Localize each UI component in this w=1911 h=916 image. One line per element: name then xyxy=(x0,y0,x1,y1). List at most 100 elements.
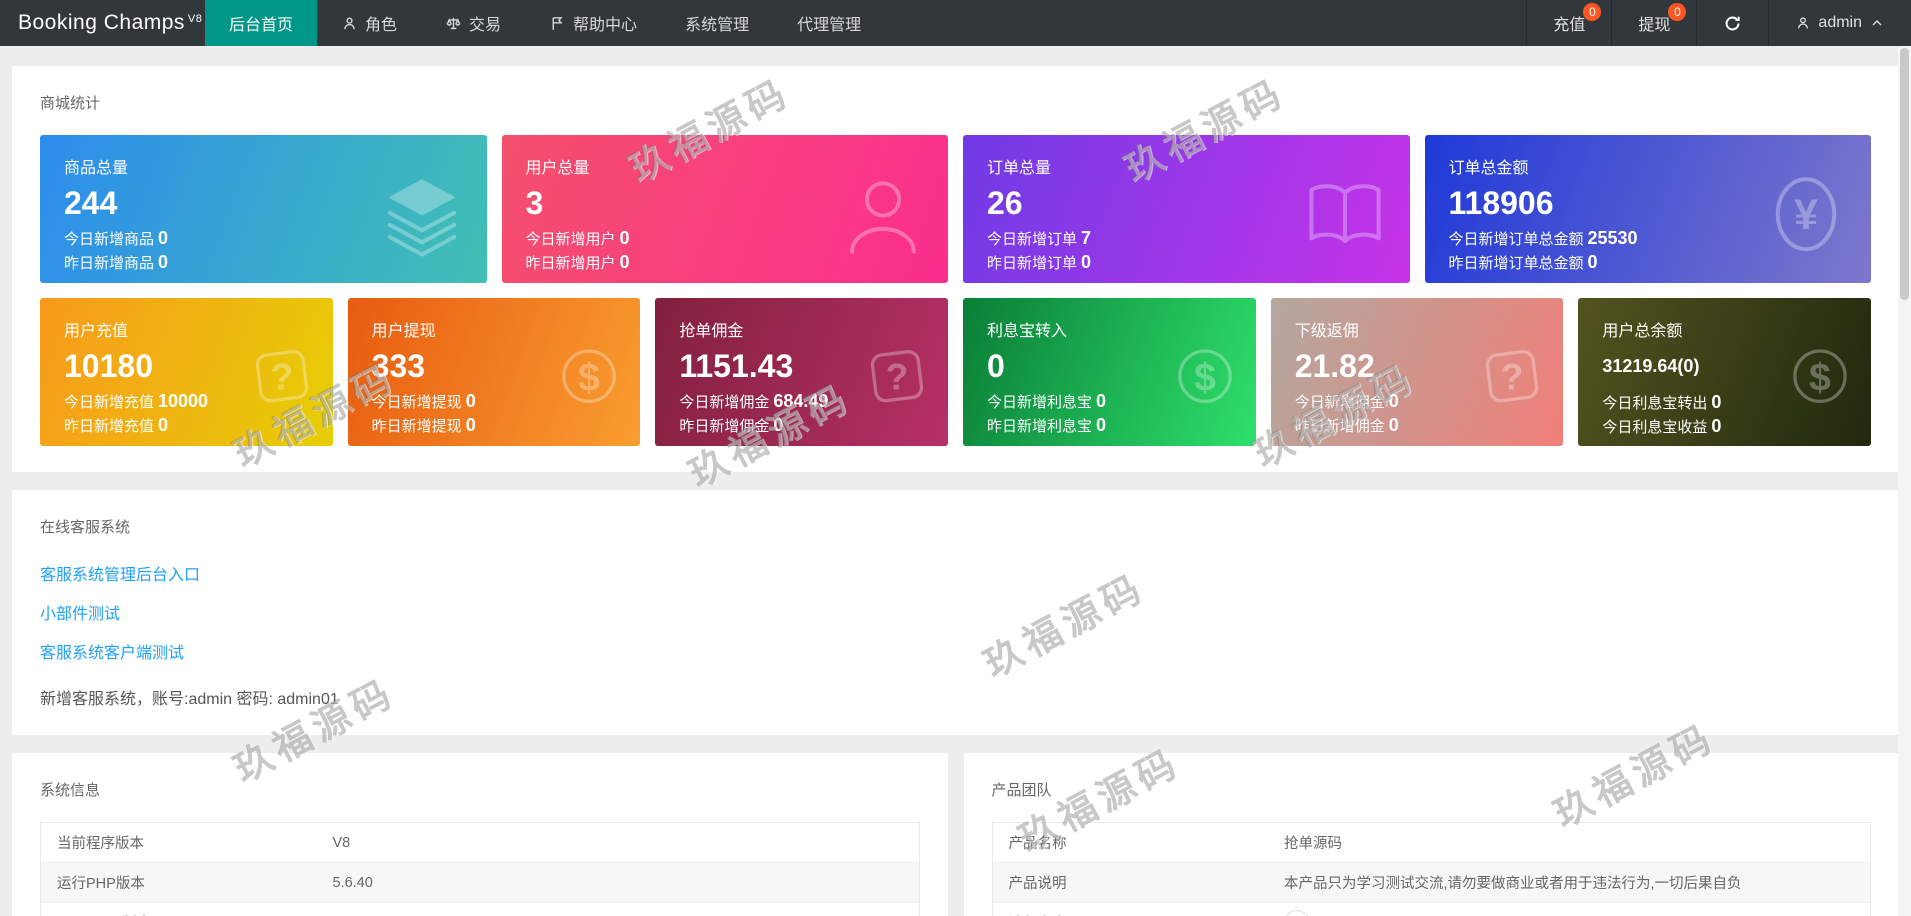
user-dropdown[interactable]: admin xyxy=(1768,0,1911,46)
subline-label: 今日新增佣金 xyxy=(1295,394,1385,411)
menu-label: 交易 xyxy=(469,11,501,35)
menu-label: 帮助中心 xyxy=(573,11,637,35)
product-team-title: 产品团队 xyxy=(992,779,1872,800)
dollar-icon: $ xyxy=(1785,341,1855,411)
row-value: 抢单源码 xyxy=(1268,823,1871,863)
subline-label: 今日利息宝转出 xyxy=(1602,395,1707,412)
withdraw-badge: 0 xyxy=(1668,3,1686,21)
recharge-badge: 0 xyxy=(1583,3,1601,21)
brand-logo[interactable]: Booking Champs V8 xyxy=(0,0,205,46)
stat-card-sub-rebate: 下级返佣 21.82 今日新增佣金0 昨日新增佣金0 ? xyxy=(1271,298,1564,446)
brand-logo-text: Booking Champs xyxy=(18,11,185,35)
subline-label: 昨日新增商品 xyxy=(64,255,154,272)
refresh-button[interactable] xyxy=(1696,0,1768,46)
main-menu: 后台首页 角色 交易 帮助中心 系统管理 代理管理 xyxy=(205,0,885,46)
product-team-table: 产品名称 抢单源码 产品说明 本产品只为学习测试交流,请勿要做商业或者用于违法行… xyxy=(992,822,1872,916)
stat-card-interest-transfer-in: 利息宝转入 0 今日新增利息宝0 昨日新增利息宝0 $ xyxy=(963,298,1256,446)
subline-value: 0 xyxy=(773,415,783,435)
menu-item-home[interactable]: 后台首页 xyxy=(205,0,317,46)
card-title: 利息宝转入 xyxy=(987,317,1232,341)
subline-label: 昨日新增用户 xyxy=(526,255,616,272)
subline-value: 0 xyxy=(158,228,168,248)
subline-value: 0 xyxy=(466,415,476,435)
row-label: 产品名称 xyxy=(992,823,1268,863)
online-service-title: 在线客服系统 xyxy=(40,516,1871,537)
bottom-panels-row: 系统信息 当前程序版本 V8 运行PHP版本 5.6.40 ThinkPHP版本… xyxy=(12,753,1899,916)
menu-item-agent-management[interactable]: 代理管理 xyxy=(773,0,885,46)
system-info-title: 系统信息 xyxy=(40,779,920,800)
scales-icon xyxy=(445,15,462,32)
row-value: 5.6.40 xyxy=(317,863,920,903)
menu-item-trade[interactable]: 交易 xyxy=(421,0,525,46)
card-subline: 今日利息宝收益0 xyxy=(1602,415,1847,439)
service-admin-entry-link[interactable]: 客服系统管理后台入口 xyxy=(40,561,200,585)
card-subline: 昨日新增佣金0 xyxy=(679,414,924,438)
recharge-button[interactable]: 充值 0 xyxy=(1526,0,1611,46)
person-icon xyxy=(840,171,926,257)
subline-value: 10000 xyxy=(158,391,208,411)
card-title: 用户总余额 xyxy=(1602,317,1847,341)
card-title: 下级返佣 xyxy=(1295,317,1540,341)
table-row: 当前程序版本 V8 xyxy=(41,823,920,863)
vertical-scrollbar xyxy=(1898,46,1911,916)
service-credentials-note: 新增客服系统，账号:admin 密码: admin01 xyxy=(40,685,1871,709)
subline-value: 0 xyxy=(1096,391,1106,411)
menu-item-system-management[interactable]: 系统管理 xyxy=(661,0,773,46)
do-not-click-404-icon[interactable]: 404 xyxy=(1284,910,1310,916)
yen-icon: ¥ xyxy=(1763,171,1849,257)
small-stat-cards-row: 用户充值 10180 今日新增充值10000 昨日新增充值0 ? 用户提现 33… xyxy=(40,298,1871,446)
subline-value: 0 xyxy=(1389,415,1399,435)
row-label: 当前程序版本 xyxy=(41,823,317,863)
recharge-label: 充值 xyxy=(1553,11,1585,35)
question-icon: ? xyxy=(247,341,317,411)
system-info-table: 当前程序版本 V8 运行PHP版本 5.6.40 ThinkPHP版本 5.1.… xyxy=(40,822,920,916)
subline-value: 0 xyxy=(620,228,630,248)
card-title: 用户充值 xyxy=(64,317,309,341)
row-value: V8 xyxy=(317,823,920,863)
stat-card-products-total: 商品总量 244 今日新增商品0 昨日新增商品0 xyxy=(40,135,487,283)
menu-item-help-center[interactable]: 帮助中心 xyxy=(525,0,661,46)
svg-text:$: $ xyxy=(578,355,600,399)
subline-value: 0 xyxy=(620,252,630,272)
subline-label: 今日新增提现 xyxy=(372,394,462,411)
subline-label: 今日新增用户 xyxy=(526,231,616,248)
menu-item-roles[interactable]: 角色 xyxy=(317,0,421,46)
svg-text:¥: ¥ xyxy=(1794,191,1818,239)
subline-label: 今日新增订单总金额 xyxy=(1449,231,1584,248)
layers-icon xyxy=(379,171,465,257)
subline-label: 今日新增佣金 xyxy=(679,394,769,411)
chevron-up-icon xyxy=(1869,15,1885,31)
subline-value: 0 xyxy=(1711,392,1721,412)
card-subline: 昨日新增佣金0 xyxy=(1295,414,1540,438)
svg-text:?: ? xyxy=(270,355,293,397)
subline-value: 0 xyxy=(1081,252,1091,272)
subline-label: 今日新增利息宝 xyxy=(987,394,1092,411)
subline-label: 昨日新增订单 xyxy=(987,255,1077,272)
person-icon xyxy=(341,15,358,32)
stat-card-user-balance-total: 用户总余额 31219.64(0) 今日利息宝转出0 今日利息宝收益0 $ xyxy=(1578,298,1871,446)
withdraw-button[interactable]: 提现 0 xyxy=(1611,0,1696,46)
svg-text:$: $ xyxy=(1809,355,1831,399)
svg-text:?: ? xyxy=(886,355,909,397)
scrollbar-thumb[interactable] xyxy=(1900,48,1909,300)
subline-label: 昨日新增订单总金额 xyxy=(1449,255,1584,272)
flag-icon xyxy=(549,15,566,32)
system-info-panel: 系统信息 当前程序版本 V8 运行PHP版本 5.6.40 ThinkPHP版本… xyxy=(12,753,948,916)
subline-label: 昨日新增充值 xyxy=(64,418,154,435)
widget-test-link[interactable]: 小部件测试 xyxy=(40,600,120,624)
stat-card-grab-commission: 抢单佣金 1151.43 今日新增佣金684.49 昨日新增佣金0 ? xyxy=(655,298,948,446)
stat-card-user-recharge: 用户充值 10180 今日新增充值10000 昨日新增充值0 ? xyxy=(40,298,333,446)
subline-value: 25530 xyxy=(1588,228,1638,248)
row-value: 5.1.38 LTS xyxy=(317,903,920,916)
question-icon: ? xyxy=(862,341,932,411)
withdraw-label: 提现 xyxy=(1638,11,1670,35)
menu-label: 系统管理 xyxy=(685,11,749,35)
subline-label: 昨日新增佣金 xyxy=(679,418,769,435)
subline-label: 今日新增充值 xyxy=(64,394,154,411)
card-title: 用户提现 xyxy=(372,317,617,341)
row-value: 本产品只为学习测试交流,请勿要做商业或者用于违法行为,一切后果自负 xyxy=(1268,863,1871,903)
stat-card-users-total: 用户总量 3 今日新增用户0 昨日新增用户0 xyxy=(502,135,949,283)
mall-stats-title: 商城统计 xyxy=(40,92,1871,113)
menu-label: 代理管理 xyxy=(797,11,861,35)
service-client-test-link[interactable]: 客服系统客户端测试 xyxy=(40,639,184,663)
